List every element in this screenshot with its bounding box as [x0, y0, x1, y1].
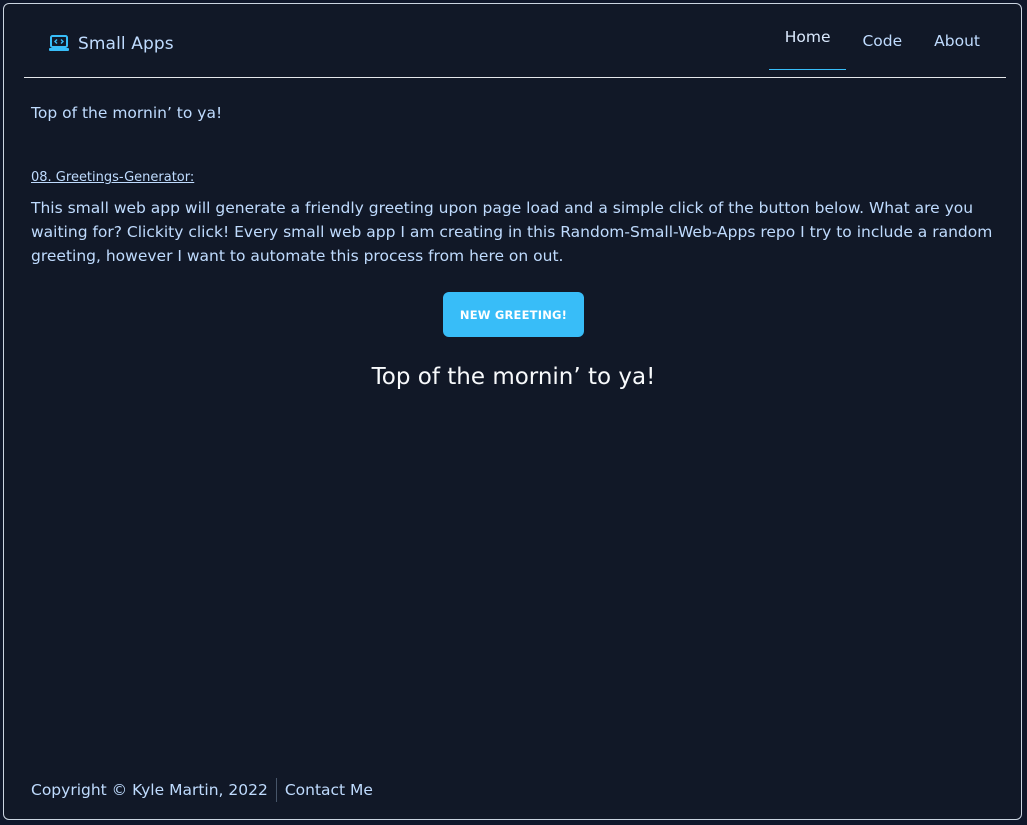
- app-title-link[interactable]: 08. Greetings-Generator:: [31, 170, 194, 185]
- footer-divider: [275, 778, 277, 802]
- app-window: Small Apps Home Code About Top of the mo…: [3, 3, 1022, 820]
- nav-code[interactable]: Code: [846, 4, 918, 77]
- nav-about[interactable]: About: [918, 4, 996, 77]
- brand[interactable]: Small Apps: [48, 34, 174, 54]
- copyright-text: Copyright © Kyle Martin, 2022: [31, 781, 268, 799]
- new-greeting-button[interactable]: NEW GREETING!: [443, 292, 584, 337]
- nav-home[interactable]: Home: [768, 4, 847, 70]
- header: Small Apps Home Code About: [24, 4, 1006, 78]
- app-description: This small web app will generate a frien…: [31, 199, 993, 265]
- laptop-code-icon: [48, 35, 70, 53]
- main-nav: Home Code About: [768, 4, 996, 77]
- footer: Copyright © Kyle Martin, 2022 Contact Me: [31, 778, 373, 802]
- intro-greeting: Top of the mornin’ to ya!: [31, 104, 223, 122]
- contact-link[interactable]: Contact Me: [285, 781, 373, 799]
- brand-name: Small Apps: [78, 34, 174, 54]
- generated-greeting: Top of the mornin’ to ya!: [371, 364, 656, 390]
